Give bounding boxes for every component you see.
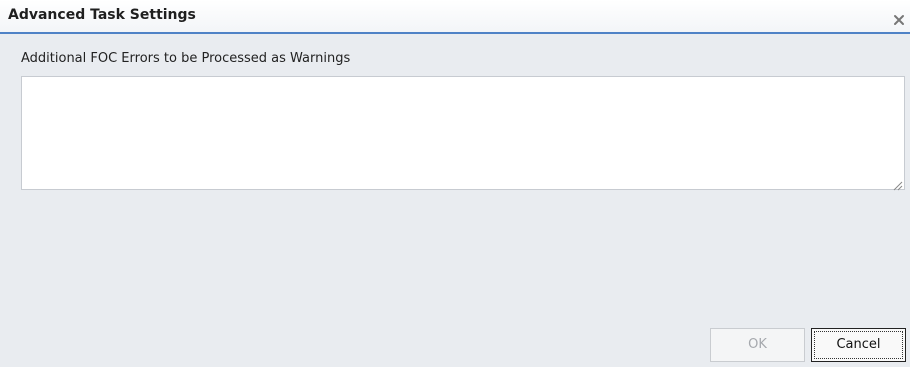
dialog-titlebar: Advanced Task Settings — [0, 0, 910, 34]
foc-errors-label: Additional FOC Errors to be Processed as… — [21, 51, 351, 66]
ok-button[interactable]: OK — [710, 328, 805, 362]
close-icon[interactable] — [890, 11, 908, 29]
cancel-button-label: Cancel — [836, 337, 881, 352]
cancel-button[interactable]: Cancel — [811, 328, 906, 362]
foc-errors-textarea[interactable] — [21, 76, 905, 190]
ok-button-label: OK — [748, 337, 767, 352]
resize-grip-icon[interactable] — [891, 176, 903, 191]
dialog-title: Advanced Task Settings — [8, 7, 196, 23]
resize-grip-graphic — [893, 181, 903, 191]
close-icon-graphic — [894, 15, 904, 25]
advanced-task-settings-dialog: Advanced Task Settings Additional FOC Er… — [0, 0, 910, 367]
